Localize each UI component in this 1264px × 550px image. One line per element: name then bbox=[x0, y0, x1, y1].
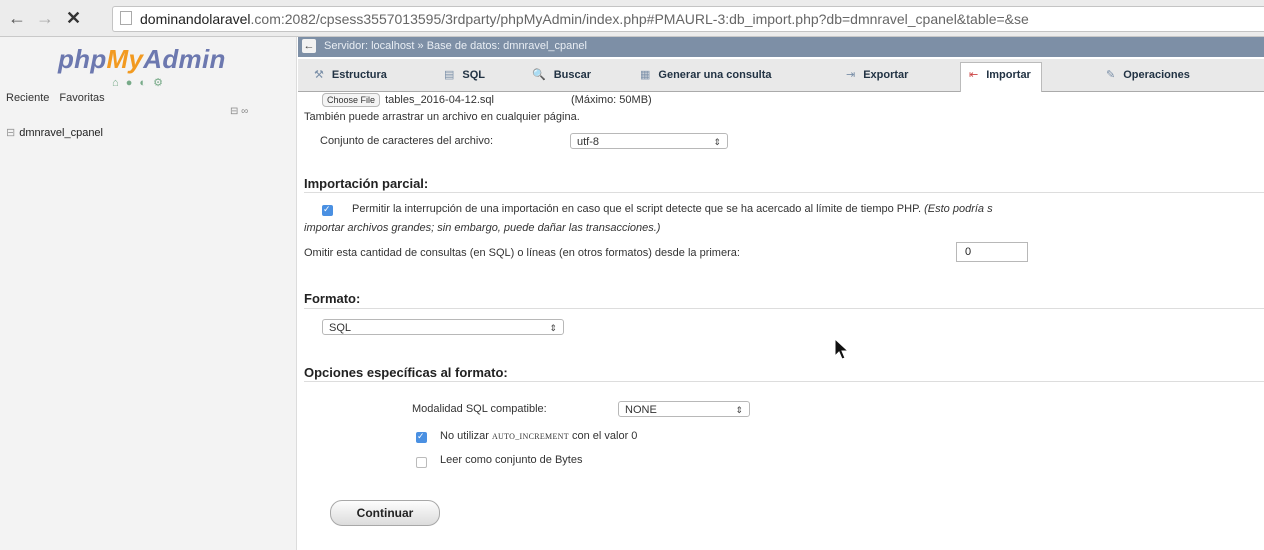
logo-php: php bbox=[58, 44, 107, 74]
collapse-all-icon[interactable]: ⊟ ∞ bbox=[230, 106, 248, 117]
choose-file-button[interactable]: Choose File bbox=[322, 93, 381, 107]
logo-my: My bbox=[106, 44, 144, 74]
db-tree-item[interactable]: ⊟ dmnravel_cpanel bbox=[6, 126, 103, 139]
forward-icon[interactable]: → bbox=[36, 8, 54, 29]
favorites-link[interactable]: Favoritas bbox=[59, 92, 104, 104]
no-auto-increment-label[interactable]: No utilizar AUTO_INCREMENT con el valor … bbox=[440, 430, 637, 442]
format-options-title: Opciones específicas al formato: bbox=[304, 365, 508, 380]
tab-label: Exportar bbox=[863, 69, 909, 81]
tab-exportar[interactable]: ⇥ Exportar bbox=[838, 63, 918, 87]
format-value: SQL bbox=[329, 322, 352, 334]
tab-label: SQL bbox=[462, 69, 486, 81]
divider bbox=[304, 308, 1264, 309]
allow-interrupt-text: Permitir la interrupción de una importac… bbox=[352, 203, 922, 215]
expand-icon[interactable]: ⊟ bbox=[6, 127, 15, 139]
no-auto-inc-suffix: con el valor 0 bbox=[571, 430, 638, 442]
charset-select[interactable]: utf-8 ⇕ bbox=[570, 133, 728, 149]
tab-generar-consulta[interactable]: ▦ Generar una consulta bbox=[632, 63, 782, 87]
no-auto-inc-prefix: No utilizar bbox=[440, 430, 489, 442]
recent-link[interactable]: Reciente bbox=[6, 92, 49, 104]
import-icon: ⇤ bbox=[969, 69, 979, 81]
query-icon: ▦ bbox=[640, 69, 651, 81]
tab-estructura[interactable]: ⚒ Estructura bbox=[306, 63, 397, 87]
partial-import-title: Importación parcial: bbox=[304, 176, 429, 191]
continue-button[interactable]: Continuar bbox=[330, 500, 440, 526]
stop-icon[interactable]: ✕ bbox=[66, 8, 81, 29]
skip-queries-input[interactable]: 0 bbox=[956, 242, 1028, 262]
tab-label: Buscar bbox=[553, 69, 591, 81]
quick-icons[interactable]: ⌂ ● ◐ ⚙ bbox=[112, 76, 165, 89]
tab-label: Importar bbox=[986, 69, 1031, 81]
back-icon[interactable]: ← bbox=[8, 8, 26, 29]
breadcrumb[interactable]: Servidor: localhost » Base de datos: dmn… bbox=[324, 40, 587, 52]
allow-interrupt-note2: importar archivos grandes; sin embargo, … bbox=[304, 222, 661, 234]
select-arrow-icon: ⇕ bbox=[713, 137, 721, 147]
charset-label: Conjunto de caracteres del archivo: bbox=[320, 135, 494, 147]
breadcrumb-bar: ← Servidor: localhost » Base de datos: d… bbox=[298, 37, 1264, 57]
divider bbox=[304, 381, 1264, 382]
read-as-bytes-label[interactable]: Leer como conjunto de Bytes bbox=[440, 454, 582, 466]
url-host: dominandolaravel bbox=[140, 11, 251, 27]
charset-value: utf-8 bbox=[577, 136, 600, 148]
max-size: (Máximo: 50MB) bbox=[571, 94, 652, 106]
filename: tables_2016-04-12.sql bbox=[385, 94, 494, 106]
file-row: Choose File tables_2016-04-12.sql (Máxim… bbox=[322, 93, 652, 107]
collapse-panel-icon[interactable]: ← bbox=[302, 39, 316, 53]
tab-label: Operaciones bbox=[1123, 69, 1190, 81]
tab-label: Generar una consulta bbox=[658, 69, 772, 81]
mouse-cursor-icon bbox=[834, 338, 850, 360]
sql-compat-value: NONE bbox=[625, 404, 657, 416]
page-icon bbox=[120, 11, 132, 25]
select-arrow-icon: ⇕ bbox=[549, 323, 557, 333]
select-arrow-icon: ⇕ bbox=[735, 405, 743, 415]
format-title: Formato: bbox=[304, 291, 361, 306]
phpmyadmin-logo[interactable]: phpMyAdmin bbox=[58, 44, 226, 75]
sql-compat-label: Modalidad SQL compatible: bbox=[412, 403, 547, 415]
panel-links: Reciente Favoritas bbox=[6, 92, 115, 104]
logo-admin: Admin bbox=[143, 44, 226, 74]
tab-sql[interactable]: ▤ SQL bbox=[436, 63, 495, 87]
db-name[interactable]: dmnravel_cpanel bbox=[19, 127, 103, 139]
allow-interrupt-checkbox[interactable] bbox=[322, 204, 333, 216]
search-icon: 🔍 bbox=[532, 69, 546, 81]
tab-buscar[interactable]: 🔍 Buscar bbox=[524, 63, 601, 87]
tab-label: Estructura bbox=[331, 69, 387, 81]
drag-hint: También puede arrastrar un archivo en cu… bbox=[304, 111, 580, 123]
tab-importar[interactable]: ⇤ Importar bbox=[960, 62, 1042, 92]
allow-interrupt-note: (Esto podría s bbox=[924, 203, 993, 215]
auto-increment-code: AUTO_INCREMENT bbox=[491, 432, 569, 441]
allow-interrupt-label[interactable]: Permitir la interrupción de una importac… bbox=[352, 203, 993, 215]
url-text[interactable]: dominandolaravel.com:2082/cpsess35570135… bbox=[140, 11, 1029, 27]
sql-compat-select[interactable]: NONE ⇕ bbox=[618, 401, 750, 417]
read-as-bytes-checkbox[interactable] bbox=[416, 457, 427, 468]
wrench-icon: ✎ bbox=[1106, 69, 1116, 81]
structure-icon: ⚒ bbox=[314, 69, 324, 81]
tab-operaciones[interactable]: ✎ Operaciones bbox=[1098, 63, 1200, 87]
divider bbox=[304, 192, 1264, 193]
no-auto-increment-checkbox[interactable] bbox=[416, 431, 427, 443]
export-icon: ⇥ bbox=[846, 69, 856, 81]
url-path: .com:2082/cpsess3557013595/3rdparty/phpM… bbox=[250, 11, 1029, 27]
skip-queries-label: Omitir esta cantidad de consultas (en SQ… bbox=[304, 247, 740, 259]
tab-bar: ⚒ Estructura ▤ SQL 🔍 Buscar ▦ Generar una co… bbox=[298, 59, 1264, 92]
format-select[interactable]: SQL ⇕ bbox=[322, 319, 564, 335]
navigation-panel bbox=[0, 37, 297, 550]
sql-icon: ▤ bbox=[444, 69, 455, 81]
